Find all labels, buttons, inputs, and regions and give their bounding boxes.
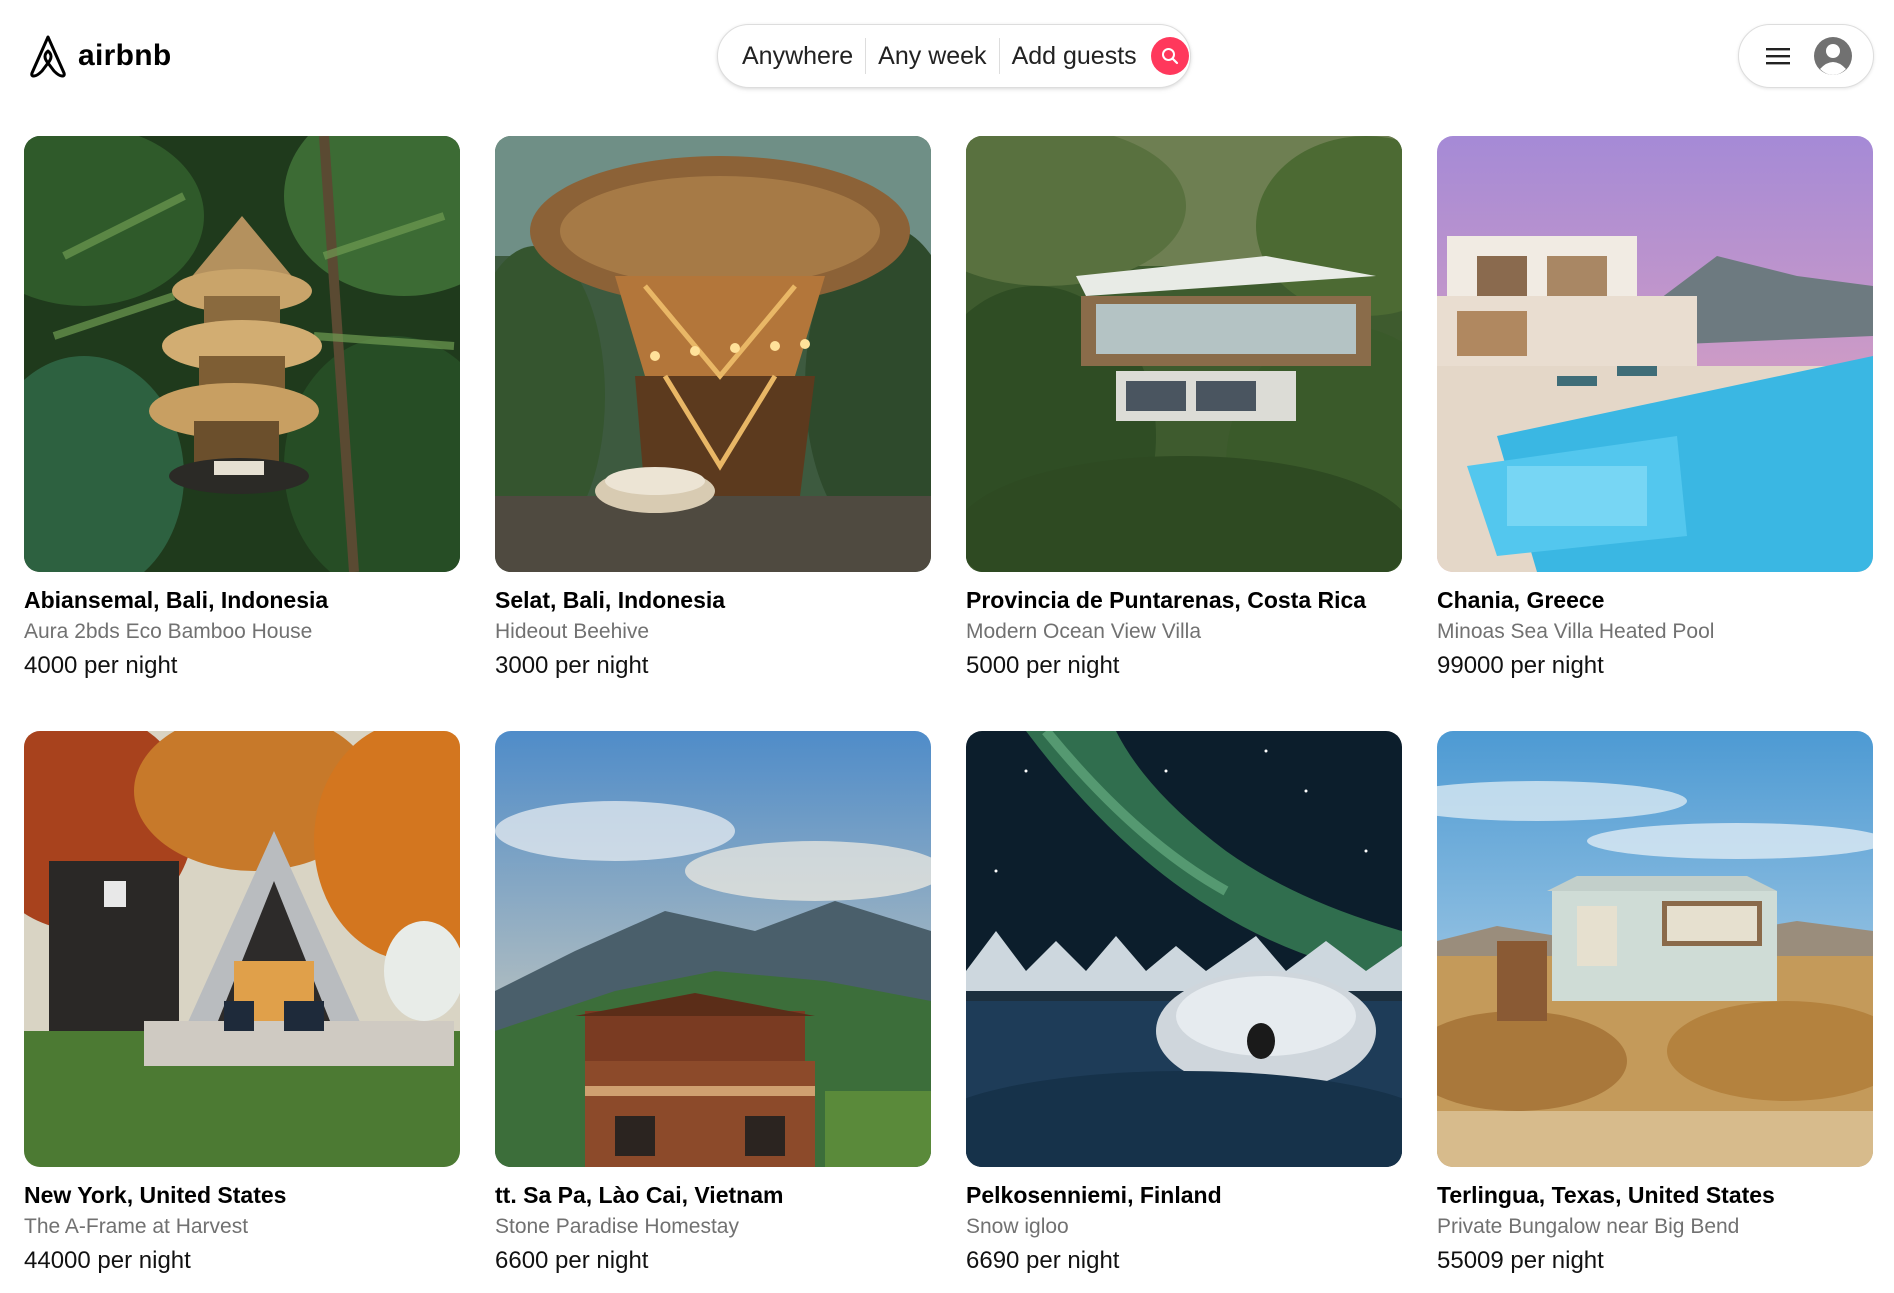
brand-name: airbnb <box>78 39 172 72</box>
listing-photo[interactable] <box>24 136 460 572</box>
villa-pool-photo <box>1437 136 1873 572</box>
listing-location: Provincia de Puntarenas, Costa Rica <box>966 587 1367 613</box>
user-avatar-icon <box>1814 37 1852 75</box>
a-frame-cabin-photo <box>24 731 460 1167</box>
listings-grid: Abiansemal, Bali, Indonesia Aura 2bds Ec… <box>24 136 1873 1276</box>
listing-title: Hideout Beehive <box>495 620 650 643</box>
search-bar[interactable]: Anywhere Any week Add guests <box>717 24 1191 88</box>
guests-button[interactable]: Add guests <box>1000 38 1149 74</box>
listing-title: Private Bungalow near Big Bend <box>1437 1215 1740 1238</box>
search-button[interactable] <box>1150 37 1189 75</box>
listing-card[interactable]: Abiansemal, Bali, Indonesia Aura 2bds Ec… <box>24 136 460 681</box>
listing-photo[interactable] <box>495 731 931 1167</box>
listing-price: 5000 per night <box>966 652 1120 679</box>
listing-title: Aura 2bds Eco Bamboo House <box>24 620 313 643</box>
bamboo-treehouse-photo <box>24 136 460 572</box>
airbnb-logo-icon <box>30 35 66 78</box>
listing-card[interactable]: Pelkosenniemi, Finland Snow igloo 6690 p… <box>966 731 1402 1276</box>
listing-price: 6690 per night <box>966 1247 1120 1274</box>
location-button[interactable]: Anywhere <box>718 38 865 74</box>
listing-title: The A-Frame at Harvest <box>24 1215 249 1238</box>
listing-price: 44000 per night <box>24 1247 191 1274</box>
top-header: airbnb Anywhere Any week Add guests <box>0 0 1894 112</box>
listing-title: Minoas Sea Villa Heated Pool <box>1437 620 1715 643</box>
airbnb-logo[interactable]: airbnb <box>28 34 171 78</box>
listing-location: Selat, Bali, Indonesia <box>495 587 726 613</box>
listing-card[interactable]: tt. Sa Pa, Lào Cai, Vietnam Stone Paradi… <box>495 731 931 1276</box>
bamboo-dome-photo <box>495 136 931 572</box>
listing-card[interactable]: Chania, Greece Minoas Sea Villa Heated P… <box>1437 136 1873 681</box>
igloo-aurora-photo <box>966 731 1402 1167</box>
listing-photo[interactable] <box>1437 136 1873 572</box>
listing-location: tt. Sa Pa, Lào Cai, Vietnam <box>495 1182 784 1208</box>
listing-card[interactable]: Selat, Bali, Indonesia Hideout Beehive 3… <box>495 136 931 681</box>
listing-card[interactable]: New York, United States The A-Frame at H… <box>24 731 460 1276</box>
listing-card[interactable]: Provincia de Puntarenas, Costa Rica Mode… <box>966 136 1402 681</box>
user-menu-button[interactable] <box>1738 24 1874 88</box>
listing-photo[interactable] <box>966 731 1402 1167</box>
search-icon <box>1161 48 1178 65</box>
listing-location: New York, United States <box>24 1182 287 1208</box>
listing-card[interactable]: Terlingua, Texas, United States Private … <box>1437 731 1873 1276</box>
listing-price: 99000 per night <box>1437 652 1604 679</box>
listing-photo[interactable] <box>1437 731 1873 1167</box>
listing-title: Modern Ocean View Villa <box>966 620 1202 643</box>
listing-photo[interactable] <box>966 136 1402 572</box>
dates-button[interactable]: Any week <box>866 38 998 74</box>
listing-price: 55009 per night <box>1437 1247 1604 1274</box>
listing-price: 3000 per night <box>495 652 649 679</box>
homestay-photo <box>495 731 931 1167</box>
modern-villa-photo <box>966 136 1402 572</box>
listing-location: Abiansemal, Bali, Indonesia <box>24 587 329 613</box>
listing-price: 4000 per night <box>24 652 178 679</box>
listing-photo[interactable] <box>24 731 460 1167</box>
listing-title: Stone Paradise Homestay <box>495 1215 739 1238</box>
listing-title: Snow igloo <box>966 1215 1069 1238</box>
listing-location: Chania, Greece <box>1437 587 1605 613</box>
desert-bungalow-photo <box>1437 731 1873 1167</box>
listing-price: 6600 per night <box>495 1247 649 1274</box>
listing-location: Pelkosenniemi, Finland <box>966 1182 1222 1208</box>
listing-photo[interactable] <box>495 136 931 572</box>
listing-location: Terlingua, Texas, United States <box>1437 1182 1775 1208</box>
hamburger-icon <box>1766 48 1790 65</box>
